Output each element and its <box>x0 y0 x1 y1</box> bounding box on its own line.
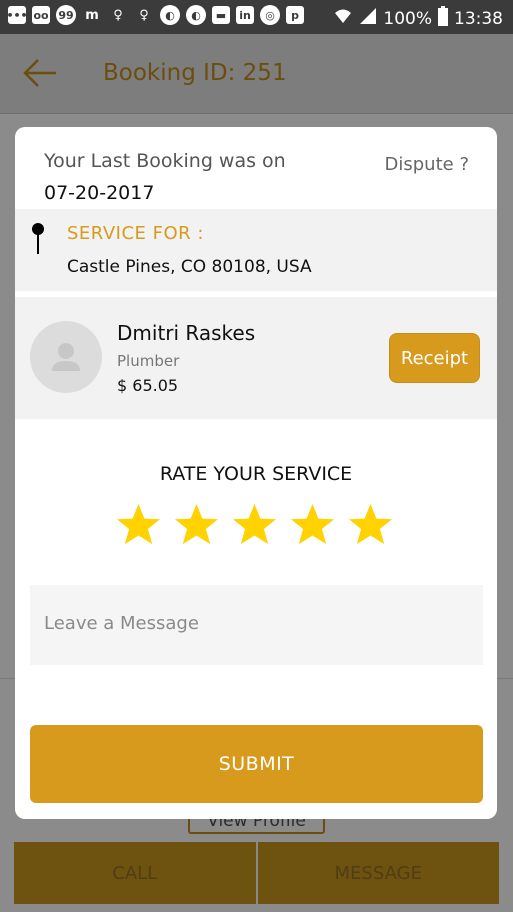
provider-role: Plumber <box>117 352 180 370</box>
provider-price: $ 65.05 <box>117 376 179 395</box>
wifi-icon <box>333 7 353 30</box>
status-bar: ••• oo 99 m ♀ ♀ ◐ ◐ ▬ in ◎ p 100% 13:38 <box>0 0 513 34</box>
rating-dialog: Your Last Booking was on 07-20-2017 Disp… <box>15 127 497 819</box>
target-icon: ◎ <box>260 5 280 25</box>
star-icon[interactable] <box>115 501 162 548</box>
service-location-section: SERVICE FOR : Castle Pines, CO 80108, US… <box>15 209 497 291</box>
last-booking-label: Your Last Booking was on <box>44 150 286 172</box>
map-pin-icon <box>31 223 44 254</box>
message-placeholder: Leave a Message <box>44 613 199 634</box>
message-button[interactable]: MESSAGE <box>258 842 500 904</box>
chat-bubble-icon: 99 <box>56 5 76 25</box>
message-icon: ▬ <box>212 6 230 24</box>
avatar <box>30 321 102 393</box>
headset-icon: ◐ <box>186 5 206 25</box>
battery-icon <box>438 6 448 31</box>
service-address: Castle Pines, CO 80108, USA <box>67 257 312 277</box>
m-app-icon: m <box>85 7 99 23</box>
star-icon[interactable] <box>173 501 220 548</box>
more-icon: ••• <box>6 6 28 24</box>
p-app-icon: p <box>286 6 304 24</box>
notification-icons: ••• oo 99 m ♀ ♀ ◐ ◐ ▬ in ◎ p <box>6 5 304 25</box>
bottom-action-bar: CALL MESSAGE <box>14 842 499 904</box>
back-arrow-icon[interactable] <box>22 58 58 88</box>
provider-name: Dmitri Raskes <box>117 321 256 345</box>
dispute-link[interactable]: Dispute ? <box>385 154 469 175</box>
star-icon[interactable] <box>289 501 336 548</box>
bulb-icon: ♀ <box>139 7 149 23</box>
message-input[interactable]: Leave a Message <box>30 585 483 665</box>
call-button[interactable]: CALL <box>14 842 256 904</box>
star-icon[interactable] <box>347 501 394 548</box>
app-bar: Booking ID: 251 <box>0 34 513 114</box>
last-booking-date: 07-20-2017 <box>44 182 155 204</box>
submit-button[interactable]: SUBMIT <box>30 725 483 803</box>
voicemail-icon: oo <box>32 6 50 24</box>
star-rating <box>115 501 394 548</box>
receipt-button[interactable]: Receipt <box>389 333 480 383</box>
clock: 13:38 <box>454 8 503 29</box>
rate-service-title: RATE YOUR SERVICE <box>159 463 353 485</box>
signal-icon <box>359 7 377 30</box>
headset-icon: ◐ <box>160 5 180 25</box>
linkedin-icon: in <box>236 6 254 24</box>
provider-card: Dmitri Raskes Plumber $ 65.05 Receipt <box>15 297 497 419</box>
star-icon[interactable] <box>231 501 278 548</box>
page-title: Booking ID: 251 <box>103 60 287 86</box>
service-for-label: SERVICE FOR : <box>67 223 204 244</box>
last-booking-info: Your Last Booking was on 07-20-2017 <box>44 145 286 209</box>
person-icon <box>52 343 80 371</box>
bulb-icon: ♀ <box>113 7 123 23</box>
battery-percent: 100% <box>383 8 432 29</box>
